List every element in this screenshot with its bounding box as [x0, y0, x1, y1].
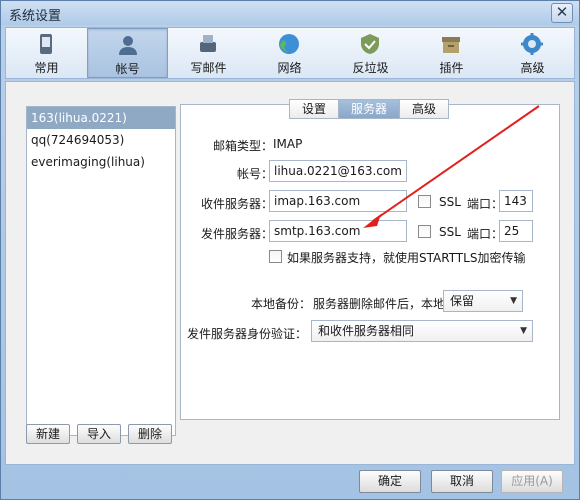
annotation-arrow — [363, 105, 540, 228]
settings-window: 系统设置 ✕ 常用 帐号 写邮件 网络 反垃圾 插件 高级 163(lihua.… — [0, 0, 580, 500]
